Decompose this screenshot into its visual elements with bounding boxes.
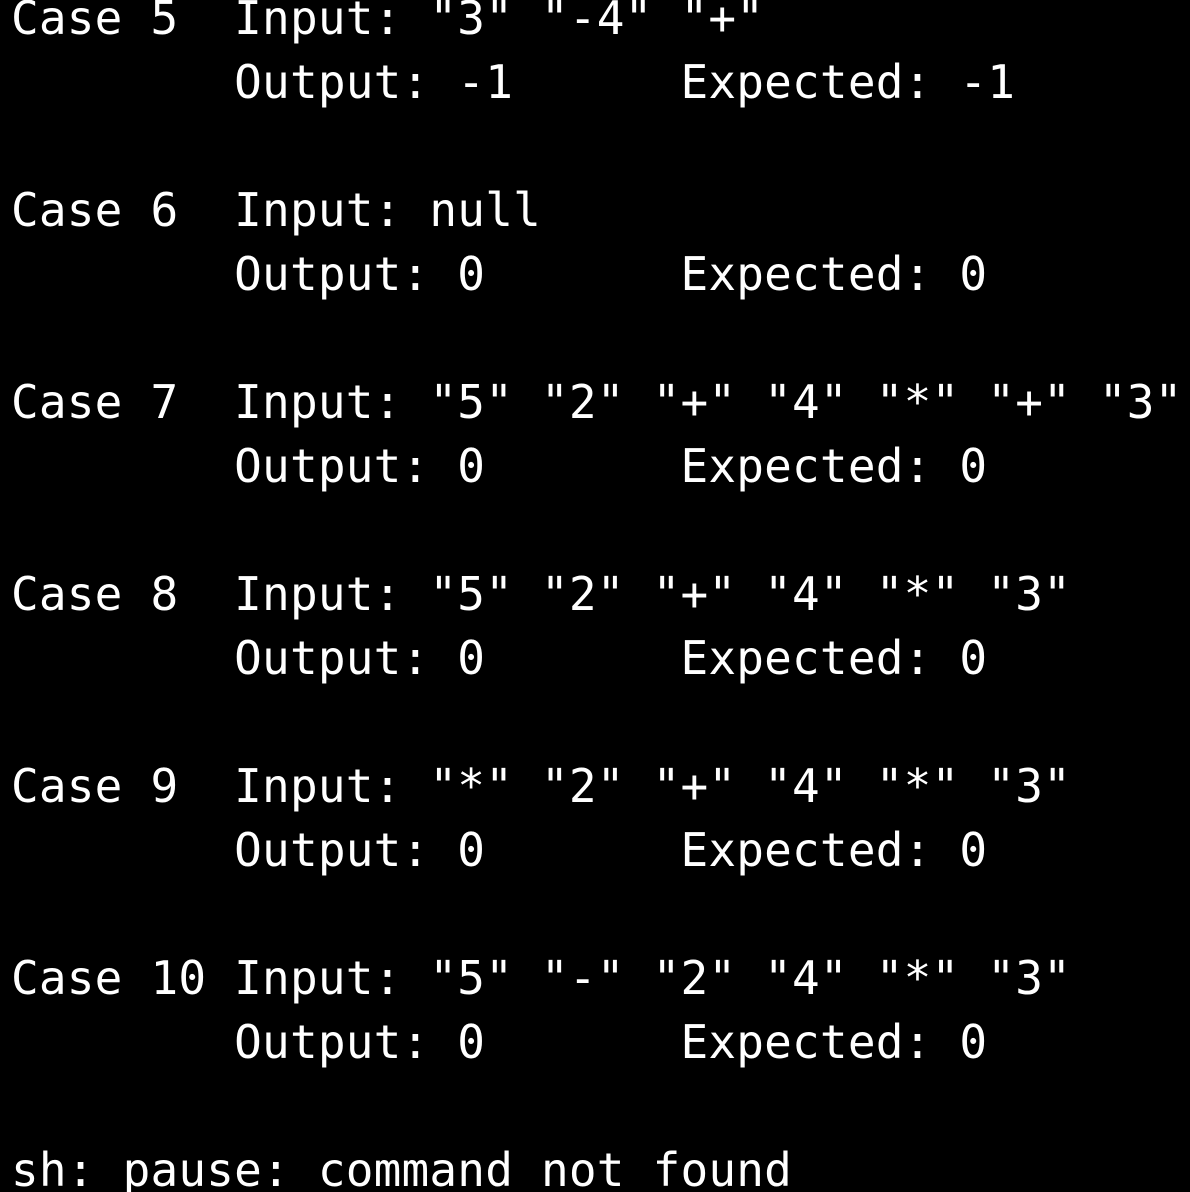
terminal-line: Case 9 Input: "*" "2" "+" "4" "*" "3"	[11, 759, 1071, 813]
terminal-line: Output: 0 Expected: 0	[11, 823, 988, 877]
terminal-line: Case 5 Input: "3" "-4" "+"	[11, 0, 765, 45]
terminal-line: Output: -1 Expected: -1	[11, 55, 1016, 109]
terminal-line: Output: 0 Expected: 0	[11, 1015, 988, 1069]
terminal-line: Case 8 Input: "5" "2" "+" "4" "*" "3"	[11, 567, 1071, 621]
terminal-line: Output: 0 Expected: 0	[11, 631, 988, 685]
terminal-output: Case 5 Input: "3" "-4" "+" Output: -1 Ex…	[0, 0, 1190, 1192]
terminal-line: Case 10 Input: "5" "-" "2" "4" "*" "3"	[11, 951, 1071, 1005]
terminal-line: Output: 0 Expected: 0	[11, 247, 988, 301]
terminal-line: Output: 0 Expected: 0	[11, 439, 988, 493]
terminal-line: Case 6 Input: null	[11, 183, 541, 237]
terminal-line: sh: pause: command not found	[11, 1143, 793, 1192]
terminal-line: Case 7 Input: "5" "2" "+" "4" "*" "+" "3…	[11, 375, 1183, 429]
